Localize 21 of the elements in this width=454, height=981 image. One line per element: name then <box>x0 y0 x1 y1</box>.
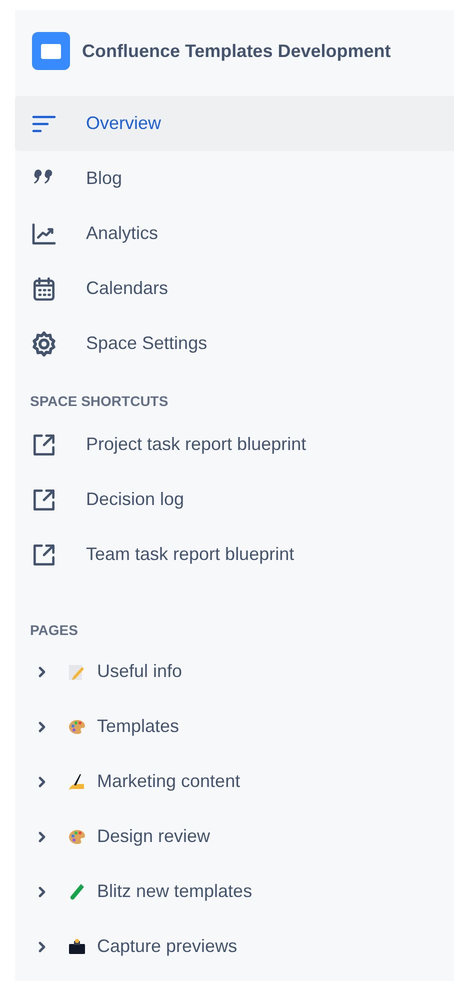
nav-item[interactable]: Calendars <box>15 261 454 316</box>
page-link[interactable]: Design review <box>97 823 210 850</box>
page-link[interactable]: Useful info <box>97 658 182 685</box>
camera-icon <box>67 936 87 956</box>
page-link[interactable]: Templates <box>97 713 180 740</box>
page-link[interactable]: Marketing content <box>97 768 240 795</box>
nav-item[interactable]: Blog <box>15 151 454 206</box>
section-heading: SPACE SHORTCUTS <box>30 392 170 411</box>
shortcut-link[interactable]: Decision log <box>15 472 454 527</box>
settings-icon <box>30 330 58 358</box>
page-link[interactable]: Blitz new templates <box>97 878 252 905</box>
shortcut-link[interactable]: Project task report blueprint <box>15 417 454 472</box>
section-heading: PAGES <box>30 621 79 640</box>
shortcut-link[interactable]: Team task report blueprint <box>15 527 454 582</box>
writing-hand-icon <box>67 772 87 792</box>
nav-item[interactable]: Overview <box>15 96 454 151</box>
nav-item[interactable]: Analytics <box>15 206 454 261</box>
space-title: Confluence Templates Development <box>82 40 391 63</box>
space-logo-icon <box>32 32 70 70</box>
page-link[interactable]: Capture previews <box>97 933 238 960</box>
nav-item[interactable]: Space Settings <box>15 316 454 371</box>
